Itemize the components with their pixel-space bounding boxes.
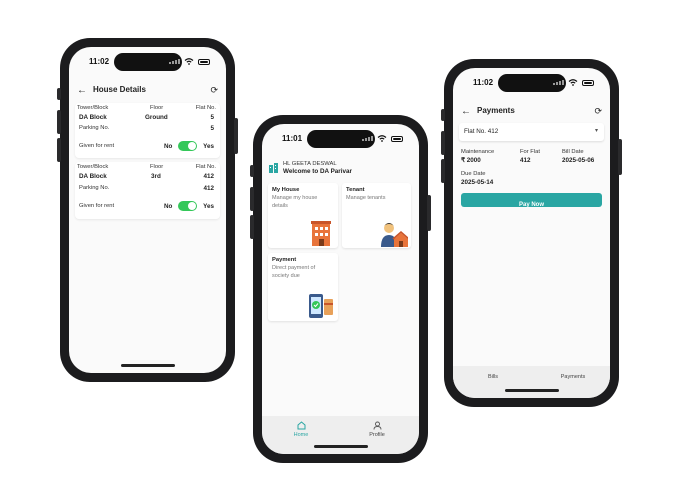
status-time: 11:02 [473, 78, 494, 87]
house-card: Tower/Block Floor Flat No. DA Block 3rd … [75, 162, 220, 219]
apartment-building-icon [311, 221, 331, 246]
tower-label: Tower/Block [77, 105, 109, 111]
tower-value: DA Block [79, 114, 107, 121]
floor-value: 3rd [151, 173, 161, 180]
signal-icon [553, 80, 564, 85]
flat-label: Flat No. [195, 105, 216, 111]
floor-label: Floor [150, 105, 164, 111]
back-arrow-icon[interactable]: ← [77, 85, 87, 96]
tab-label: Bills [487, 374, 499, 380]
wifi-icon [377, 135, 387, 142]
phone-home: 11:01 HL GEETA DESWAL Welcome to DA Pari… [250, 115, 431, 463]
home-indicator [313, 445, 368, 448]
tab-label: Profile [369, 432, 385, 438]
flat-select-value: Flat No. 412 [464, 128, 499, 135]
refresh-icon[interactable]: ⟳ [210, 85, 218, 96]
tile-description: Direct payment of society due [272, 265, 316, 279]
home-indicator [504, 389, 559, 392]
status-bar: 11:01 [262, 134, 419, 146]
tile-payment[interactable]: Payment Direct payment of society due [268, 253, 338, 321]
for-flat-value: 412 [520, 157, 531, 164]
rent-no-label: No [164, 143, 173, 150]
welcome-text: Welcome to DA Parivar [283, 168, 352, 175]
rent-label: Given for rent [79, 143, 115, 149]
bill-date-label: Bill Date [562, 149, 584, 155]
for-flat-label: For Flat [520, 149, 540, 155]
rent-toggle[interactable] [178, 141, 197, 151]
battery-icon [582, 79, 594, 86]
mobile-payment-icon [309, 294, 333, 318]
back-arrow-icon[interactable]: ← [461, 106, 471, 117]
tab-profile[interactable]: Profile [362, 421, 392, 438]
user-name: HL GEETA DESWAL [283, 161, 337, 167]
status-time: 11:02 [89, 57, 110, 66]
floor-label: Floor [150, 164, 164, 170]
flat-value: 5 [210, 114, 214, 121]
tower-value: DA Block [79, 173, 107, 180]
phone-house-details: 11:02 ← House Details ⟳ Tower/Block Floo… [57, 38, 238, 382]
due-date-label: Due Date [461, 171, 486, 177]
tab-home[interactable]: Home [286, 421, 316, 438]
flat-value: 412 [203, 173, 214, 180]
rent-no-label: No [164, 203, 173, 210]
tile-title: Tenant [346, 187, 365, 193]
bill-date-value: 2025-05-06 [562, 157, 595, 164]
parking-value: 412 [203, 185, 214, 192]
flat-label: Flat No. [195, 164, 216, 170]
screen: 11:02 ← House Details ⟳ Tower/Block Floo… [69, 47, 226, 373]
flat-select[interactable]: Flat No. 412 ▾ [459, 123, 604, 141]
tower-label: Tower/Block [77, 164, 109, 170]
maintenance-label: Maintenance [461, 149, 495, 155]
tab-bills[interactable]: Bills [478, 374, 508, 380]
person-icon [373, 421, 381, 430]
screen: 11:01 HL GEETA DESWAL Welcome to DA Pari… [262, 124, 419, 454]
pay-now-button[interactable]: Pay Now [461, 193, 602, 208]
battery-icon [198, 58, 210, 65]
wifi-icon [184, 58, 194, 65]
battery-icon [391, 135, 403, 142]
rent-yes-label: Yes [203, 203, 214, 210]
signal-icon [169, 59, 180, 64]
tile-description: Manage tenants [346, 195, 386, 201]
tile-title: Payment [272, 257, 297, 263]
chevron-down-icon: ▾ [594, 128, 598, 134]
house-card: Tower/Block Floor Flat No. DA Block Grou… [75, 103, 220, 158]
rent-label: Given for rent [79, 203, 115, 209]
maintenance-value: ₹ 2000 [461, 157, 481, 164]
tile-title: My House [272, 187, 300, 193]
status-time: 11:01 [282, 134, 303, 143]
tab-label: Home [293, 432, 309, 438]
parking-label: Parking No. [79, 185, 110, 191]
rent-toggle[interactable] [178, 201, 197, 211]
app-bar: ← House Details ⟳ [69, 83, 226, 101]
pay-now-label: Pay Now [518, 202, 544, 208]
screen: 11:02 ← Payments ⟳ Flat No. 412 ▾ Mainte… [453, 68, 610, 398]
tile-tenant[interactable]: Tenant Manage tenants [342, 183, 411, 248]
due-date-value: 2025-05-14 [461, 179, 494, 186]
home-indicator [120, 364, 175, 367]
tab-label: Payments [560, 374, 586, 380]
tab-payments[interactable]: Payments [553, 374, 593, 380]
floor-value: Ground [145, 114, 168, 121]
rent-yes-label: Yes [203, 143, 214, 150]
signal-icon [362, 136, 373, 141]
bottom-tab-bar: Bills Payments [453, 366, 610, 398]
refresh-icon[interactable]: ⟳ [594, 106, 602, 117]
tile-my-house[interactable]: My House Manage my house details [268, 183, 338, 248]
building-logo-icon [269, 163, 278, 173]
parking-label: Parking No. [79, 125, 110, 131]
phone-payments: 11:02 ← Payments ⟳ Flat No. 412 ▾ Mainte… [441, 59, 622, 407]
status-bar: 11:02 [453, 78, 610, 90]
tile-description: Manage my house details [272, 195, 318, 209]
page-title: Payments [477, 106, 515, 115]
wifi-icon [568, 79, 578, 86]
bottom-tab-bar: Home Profile [262, 416, 419, 454]
app-bar: ← Payments ⟳ [453, 104, 610, 122]
tenant-person-icon [381, 223, 408, 247]
status-bar: 11:02 [69, 57, 226, 69]
home-icon [297, 421, 305, 430]
parking-value: 5 [210, 125, 214, 132]
page-title: House Details [93, 85, 146, 94]
